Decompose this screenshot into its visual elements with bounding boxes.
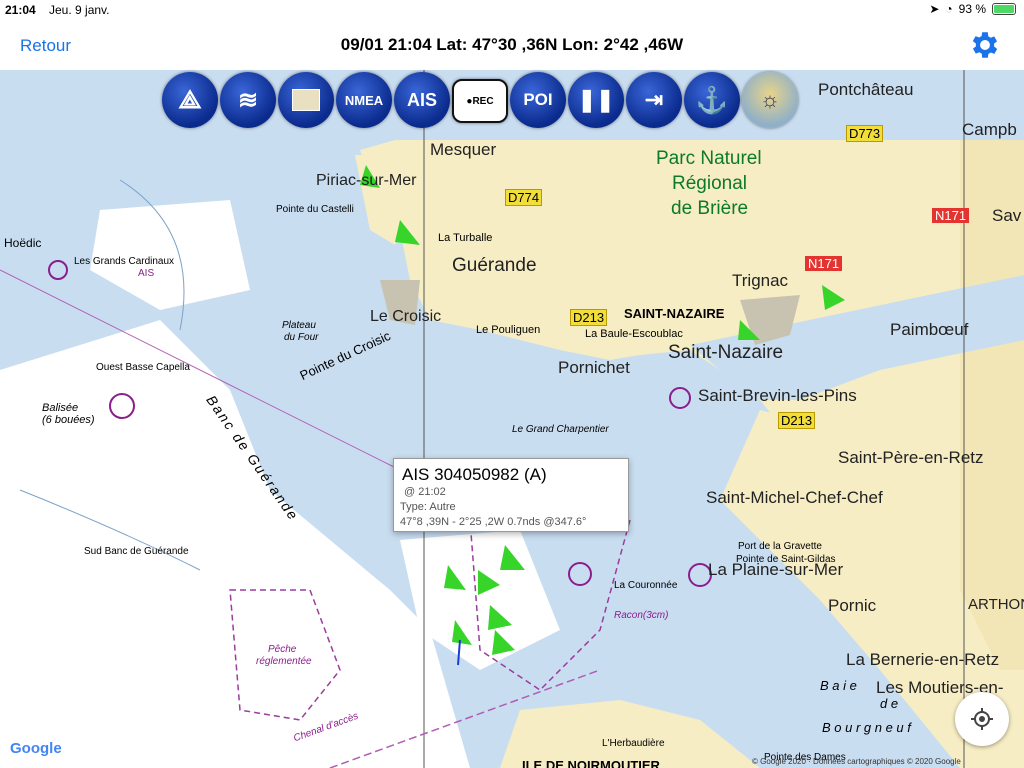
label-saint-nazaire: Saint-Nazaire [668, 342, 784, 363]
map-toolbar: ⟁ ≋ NMEA AIS ● REC POI ❚❚ ⇥ ⚓ ☼ [162, 72, 798, 130]
divider-compass-icon: ⟁ [178, 84, 202, 114]
label-la-bernerie: La Bernerie-en-Retz [846, 650, 1000, 669]
label-pornic: Pornic [828, 596, 877, 615]
nmea-label: NMEA [344, 92, 384, 108]
wifi-icon: ◔ [945, 2, 953, 16]
wind-button[interactable]: ≋ [220, 72, 276, 128]
compass-tool-button[interactable]: ⟁ [162, 72, 218, 128]
label-du-four: du Four [284, 332, 319, 343]
pause-button[interactable]: ❚❚ [568, 72, 624, 128]
wind-icon: ≋ [237, 86, 259, 114]
ais-popup-title: AIS 304050982 (A) [402, 465, 547, 484]
gear-icon[interactable] [968, 28, 1002, 67]
label-parc-2: Régional [672, 173, 747, 194]
exit-button[interactable]: ⇥ [626, 72, 682, 128]
label-saint-nazaire-caps: SAINT-NAZAIRE [624, 306, 725, 321]
ais-popup-time: @ 21:02 [404, 486, 446, 498]
status-date: Jeu. 9 janv. [49, 3, 110, 17]
nmea-button[interactable]: NMEA [336, 72, 392, 128]
battery-percent: 93 % [958, 2, 986, 16]
label-peche: Pêche [268, 644, 297, 655]
label-baie-de: d e [880, 696, 899, 711]
label-arthon: ARTHON [968, 596, 1024, 613]
label-trignac: Trignac [732, 271, 789, 290]
label-la-baule: La Baule-Escoublac [585, 328, 683, 340]
poi-label: POI [523, 90, 553, 109]
road-d213-a: D213 [570, 309, 608, 326]
rec-label: REC [472, 95, 494, 107]
ais-popup-details: 47°8 ,39N - 2°25 ,2W 0.7nds @347.6° [400, 516, 587, 528]
label-racon: Racon(3cm) [614, 610, 669, 621]
sea-weather-icon: ☼ [759, 87, 781, 112]
status-bar: 21:04 Jeu. 9 janv. ➤ ◔ 93 % [0, 0, 1024, 20]
label-bourgneuf: B o u r g n e u f [822, 720, 911, 735]
ais-popup-type: Type: Autre [400, 501, 456, 513]
rec-button[interactable]: ● REC [452, 79, 508, 123]
label-balisee: Balisée [42, 402, 79, 414]
label-saint-brevin: Saint-Brevin-les-Pins [698, 386, 857, 405]
label-saint-michel: Saint-Michel-Chef-Chef [706, 488, 883, 507]
nautical-chart-map[interactable]: Mesquer Pontchâteau Campb Parc Naturel R… [0, 70, 1024, 768]
navigation-bar: Retour 09/01 21:04 Lat: 47°30 ,36N Lon: … [0, 20, 1024, 70]
label-grand-charpentier: Le Grand Charpentier [512, 424, 609, 435]
battery-icon [992, 3, 1016, 15]
label-pointe-gildas: Pointe de Saint-Gildas [736, 554, 836, 565]
label-parc-1: Parc Naturel [656, 148, 762, 169]
road-d773: D773 [846, 125, 884, 142]
label-reglementee: réglementée [256, 656, 312, 667]
ais-label: AIS [406, 89, 437, 110]
label-baie: B a i e [820, 678, 857, 693]
label-parc-3: de Brière [671, 198, 749, 219]
label-la-couronnee: La Couronnée [614, 580, 678, 591]
page-title: 09/01 21:04 Lat: 47°30 ,36N Lon: 2°42 ,4… [340, 35, 684, 54]
label-lherbaudiere: L'Herbaudière [602, 738, 665, 749]
road-d213-b: D213 [778, 412, 816, 429]
label-guerande: Guérande [452, 255, 537, 276]
ais-button[interactable]: AIS [394, 72, 450, 128]
label-paimboeuf: Paimbœuf [890, 320, 969, 339]
locate-me-button[interactable] [955, 692, 1009, 746]
label-port-gravette: Port de la Gravette [738, 541, 822, 552]
map-icon [292, 89, 320, 111]
label-plateau: Plateau [282, 320, 316, 331]
label-grands-cardinaux: Les Grands Cardinaux [74, 256, 175, 267]
road-d774: D774 [505, 189, 543, 206]
label-piriac: Piriac-sur-Mer [316, 172, 417, 189]
road-n171-a: N171 [932, 208, 970, 223]
label-bouees: (6 bouées) [42, 414, 95, 426]
chart-button[interactable] [278, 72, 334, 128]
google-logo: Google [10, 740, 62, 757]
label-le-pouliguen: Le Pouliguen [476, 324, 541, 336]
poi-button[interactable]: POI [510, 72, 566, 128]
road-n171-b: N171 [805, 256, 843, 271]
label-sav: Sav [992, 206, 1022, 225]
label-saint-pere: Saint-Père-en-Retz [838, 448, 984, 467]
label-pornichet: Pornichet [558, 358, 630, 377]
crosshair-icon [971, 708, 993, 730]
label-ais-marker: AIS [138, 268, 155, 279]
anchor-icon: ⚓ [695, 84, 729, 115]
label-ile-noirmoutier: ILE DE NOIRMOUTIER [522, 758, 660, 768]
status-time: 21:04 [5, 3, 36, 17]
label-campb: Campb [962, 120, 1017, 139]
ais-popup[interactable]: AIS 304050982 (A) @ 21:02 Type: Autre 47… [393, 458, 629, 532]
label-pointe-castelli: Pointe du Castelli [276, 204, 354, 215]
label-mesquer: Mesquer [430, 140, 497, 159]
anchor-button[interactable]: ⚓ [684, 72, 740, 128]
pause-icon: ❚❚ [577, 87, 615, 112]
label-sud-banc: Sud Banc de Guérande [84, 546, 189, 557]
label-hoedic: Hoëdic [4, 236, 42, 250]
label-ouest-basse: Ouest Basse Capella [96, 362, 190, 373]
map-copyright: © Google 2020 · Données cartographiques … [752, 757, 961, 766]
label-la-turballe: La Turballe [438, 232, 493, 244]
label-le-croisic: Le Croisic [370, 308, 442, 325]
weather-button[interactable]: ☼ [742, 72, 798, 128]
status-right: ➤ ◔ 93 % [929, 2, 1016, 16]
exit-icon: ⇥ [644, 87, 664, 112]
label-pontchateau: Pontchâteau [818, 80, 914, 99]
location-arrow-icon: ➤ [929, 2, 940, 16]
